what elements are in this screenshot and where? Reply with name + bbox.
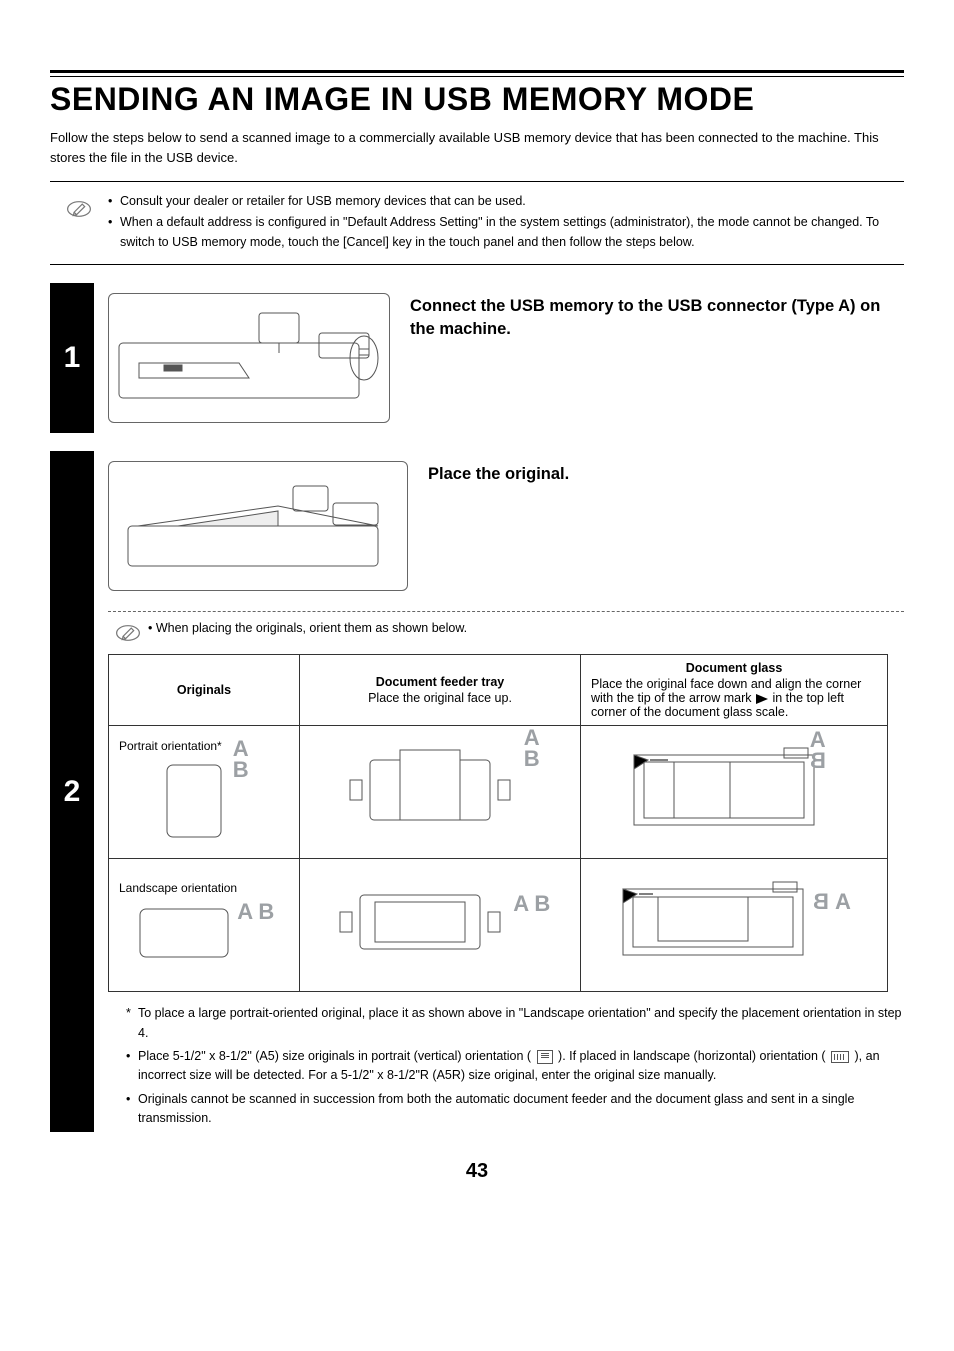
ab-glyph: AB: [810, 730, 826, 772]
step-number-2: 2: [50, 451, 94, 1132]
ab-glyph: B A: [813, 889, 851, 915]
table-row: Landscape orientation A B: [109, 859, 888, 992]
footnote-a5: Place 5-1/2" x 8-1/2" (A5) size original…: [126, 1047, 904, 1086]
glass-portrait-icon: [614, 740, 834, 840]
portrait-original-icon: [159, 761, 229, 841]
footnote-a5-part-a: Place 5-1/2" x 8-1/2" (A5) size original…: [138, 1049, 531, 1063]
footnote-star: To place a large portrait-oriented origi…: [126, 1004, 904, 1043]
feeder-portrait-icon: [340, 740, 520, 840]
step2-illustration: [108, 461, 408, 591]
th-feeder-title: Document feeder tray: [376, 675, 505, 689]
th-glass-title: Document glass: [591, 661, 877, 675]
landscape-original-icon: [134, 903, 234, 963]
top-note-list: Consult your dealer or retailer for USB …: [108, 192, 904, 254]
title-rule-thin: [50, 76, 904, 77]
step2-footnotes: To place a large portrait-oriented origi…: [108, 1004, 904, 1128]
step2-sub-note-text: When placing the originals, orient them …: [148, 620, 467, 638]
ab-glyph: A B: [237, 899, 274, 925]
landscape-mini-icon: [831, 1051, 849, 1063]
corner-arrow-icon: [755, 693, 769, 705]
ab-glyph: AB: [233, 739, 249, 781]
glass-landscape-icon: [603, 877, 823, 967]
row1-glass-cell: AB: [581, 726, 888, 859]
feeder-landscape-icon: [330, 877, 510, 967]
row1-feeder-cell: AB: [300, 726, 581, 859]
row2-glass-cell: B A: [581, 859, 888, 992]
top-note-item: When a default address is configured in …: [108, 213, 900, 252]
orientation-table: Originals Document feeder tray Place the…: [108, 654, 888, 992]
step-1: 1 Connect the USB memory to the USB: [50, 283, 904, 433]
portrait-mini-icon: [537, 1050, 553, 1064]
step-2: 2 Place the original.: [50, 451, 904, 1132]
machine-usb-icon: [109, 303, 389, 413]
intro-text: Follow the steps below to send a scanned…: [50, 128, 904, 167]
top-note-item: Consult your dealer or retailer for USB …: [108, 192, 900, 211]
row2-label: Landscape orientation: [119, 881, 289, 895]
dashed-divider: [108, 611, 904, 612]
step2-sub-note: When placing the originals, orient them …: [108, 620, 904, 646]
page-title: SENDING AN IMAGE IN USB MEMORY MODE: [50, 81, 904, 118]
step-number-1: 1: [50, 283, 94, 433]
pencil-icon: [115, 620, 141, 646]
step1-illustration: [108, 293, 390, 423]
row2-feeder-cell: A B: [300, 859, 581, 992]
row2-originals-cell: Landscape orientation A B: [109, 859, 300, 992]
row1-originals-cell: Portrait orientation* AB: [109, 726, 300, 859]
step1-heading: Connect the USB memory to the USB connec…: [410, 295, 904, 341]
step2-heading: Place the original.: [428, 463, 569, 486]
footnote-succession: Originals cannot be scanned in successio…: [126, 1090, 904, 1129]
th-glass: Document glass Place the original face d…: [581, 655, 888, 726]
th-feeder-sub: Place the original face up.: [310, 691, 570, 705]
page-number: 43: [50, 1160, 904, 1183]
table-row: Portrait orientation* AB: [109, 726, 888, 859]
ab-glyph: AB: [524, 728, 540, 770]
pencil-icon-wrap: [50, 192, 108, 222]
machine-original-icon: [118, 471, 398, 581]
th-originals: Originals: [109, 655, 300, 726]
th-feeder: Document feeder tray Place the original …: [300, 655, 581, 726]
pencil-icon: [66, 196, 92, 222]
row1-label: Portrait orientation*: [119, 739, 289, 753]
top-note-box: Consult your dealer or retailer for USB …: [50, 181, 904, 265]
footnote-a5-part-b: ). If placed in landscape (horizontal) o…: [558, 1049, 826, 1063]
ab-glyph: A B: [513, 891, 550, 917]
title-rule-thick: [50, 70, 904, 73]
